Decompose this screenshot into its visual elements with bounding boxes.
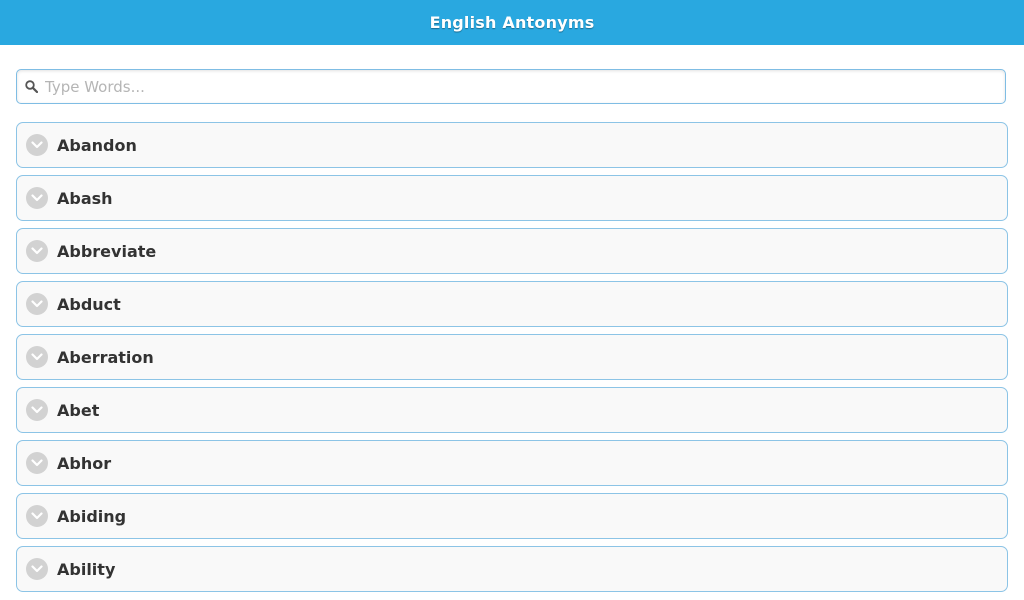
list-item[interactable]: Aberration [16, 334, 1008, 380]
list-item-label: Abash [57, 188, 113, 208]
chevron-down-icon[interactable] [26, 452, 48, 474]
search-bar[interactable] [16, 69, 1006, 104]
list-item[interactable]: Abbreviate [16, 228, 1008, 274]
chevron-down-icon[interactable] [26, 505, 48, 527]
chevron-down-icon[interactable] [26, 346, 48, 368]
chevron-down-icon[interactable] [26, 187, 48, 209]
list-item-label: Abduct [57, 294, 121, 314]
search-icon [24, 80, 38, 94]
chevron-down-icon[interactable] [26, 240, 48, 262]
list-item[interactable]: Abiding [16, 493, 1008, 539]
chevron-down-icon[interactable] [26, 558, 48, 580]
list-item-label: Ability [57, 559, 116, 579]
list-item-label: Abbreviate [57, 241, 157, 261]
list-item[interactable]: Ability [16, 546, 1008, 592]
list-item-label: Aberration [57, 347, 154, 367]
app-header: English Antonyms [0, 0, 1024, 45]
chevron-down-icon[interactable] [26, 134, 48, 156]
list-item[interactable]: Abduct [16, 281, 1008, 327]
chevron-down-icon[interactable] [26, 293, 48, 315]
search-input[interactable] [45, 71, 1005, 102]
list-item-label: Abhor [57, 453, 112, 473]
word-list: Abandon Abash Abbreviate Abduct Aberrati… [16, 122, 1008, 599]
list-item[interactable]: Abandon [16, 122, 1008, 168]
list-item[interactable]: Abash [16, 175, 1008, 221]
list-item[interactable]: Abet [16, 387, 1008, 433]
list-item-label: Abet [57, 400, 100, 420]
list-item-label: Abandon [57, 135, 137, 155]
chevron-down-icon[interactable] [26, 399, 48, 421]
page-title: English Antonyms [429, 13, 595, 32]
list-item-label: Abiding [57, 506, 127, 526]
list-item[interactable]: Abhor [16, 440, 1008, 486]
